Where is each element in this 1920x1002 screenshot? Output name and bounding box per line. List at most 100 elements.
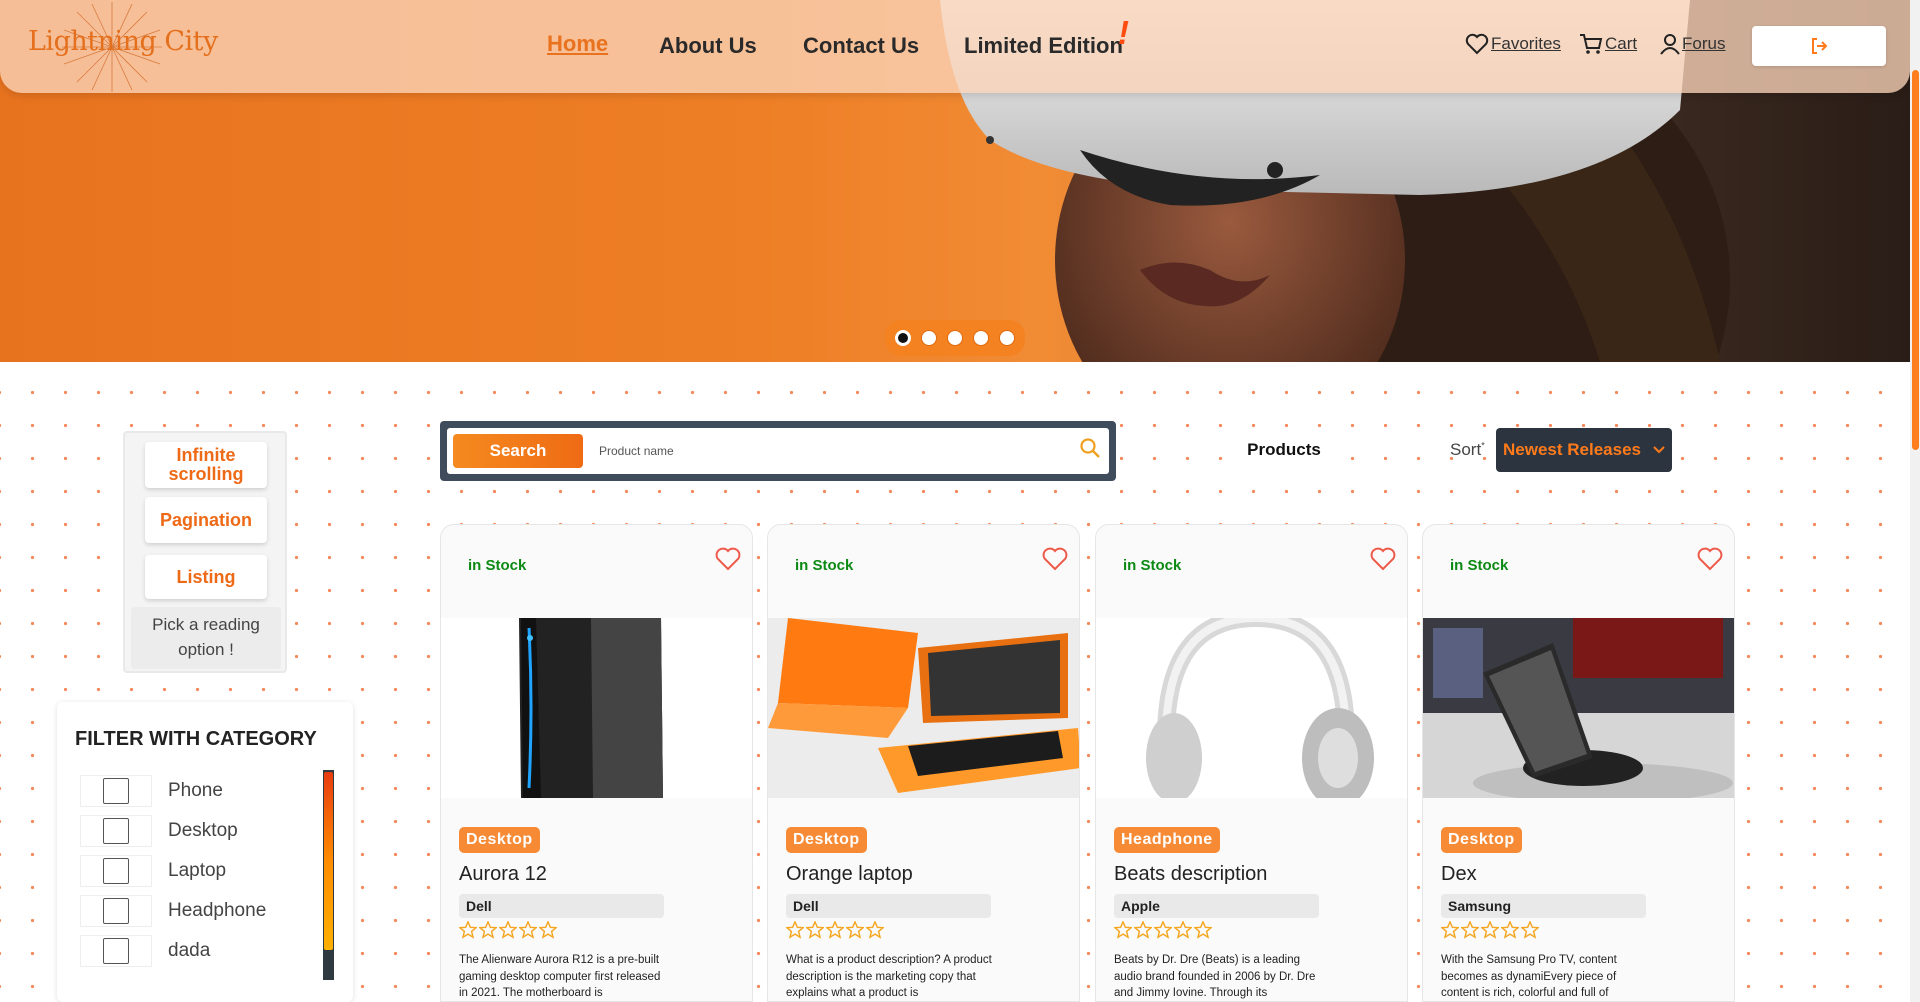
star-rating[interactable] xyxy=(1441,921,1539,939)
search-bar: Search xyxy=(440,421,1116,481)
star-icon[interactable] xyxy=(1154,921,1172,939)
filter-item-laptop[interactable]: Laptop xyxy=(80,855,280,887)
search-icon[interactable] xyxy=(1079,437,1101,459)
star-icon[interactable] xyxy=(1174,921,1192,939)
stock-status: in Stock xyxy=(1450,557,1509,574)
product-description: The Alienware Aurora R12 is a pre-built … xyxy=(459,954,661,999)
products-heading: Products xyxy=(1243,429,1325,471)
star-icon[interactable] xyxy=(1521,921,1539,939)
top-navbar: Lightning City Home About Us Contact Us … xyxy=(0,0,1910,93)
nav-limited-edition-link[interactable]: Limited Edition xyxy=(964,33,1123,59)
product-image-phone-dock[interactable] xyxy=(1423,618,1734,798)
product-name[interactable]: Dex xyxy=(1441,863,1477,886)
infinite-scrolling-button[interactable]: Infinite scrolling xyxy=(145,442,267,488)
pagination-button[interactable]: Pagination xyxy=(145,497,267,543)
star-icon[interactable] xyxy=(826,921,844,939)
search-button[interactable]: Search xyxy=(453,434,583,468)
category-badge: Desktop xyxy=(1441,827,1522,853)
carousel-dot-1[interactable] xyxy=(895,330,911,346)
sort-select[interactable]: Newest Releases xyxy=(1496,428,1672,472)
product-card[interactable]: in Stock Desktop Orange laptop Dell What… xyxy=(767,524,1080,1002)
forum-label: Forus xyxy=(1682,34,1726,53)
listing-button[interactable]: Listing xyxy=(145,555,267,599)
star-icon[interactable] xyxy=(1441,921,1459,939)
page-scrollbar[interactable] xyxy=(1910,0,1920,1002)
carousel-dot-2[interactable] xyxy=(921,330,937,346)
product-image-headphones[interactable] xyxy=(1096,618,1407,798)
limited-edition-badge: ! xyxy=(1118,14,1129,51)
filter-checkbox[interactable] xyxy=(80,855,152,887)
nav-about-link[interactable]: About Us xyxy=(659,33,757,59)
star-icon[interactable] xyxy=(519,921,537,939)
product-name[interactable]: Aurora 12 xyxy=(459,863,547,886)
star-icon[interactable] xyxy=(1194,921,1212,939)
product-image-orange-laptop[interactable] xyxy=(768,618,1079,798)
filter-checkbox[interactable] xyxy=(80,895,152,927)
favorites-link[interactable]: Favorites xyxy=(1465,33,1561,55)
favorites-label: Favorites xyxy=(1491,34,1561,53)
carousel-dot-4[interactable] xyxy=(973,330,989,346)
filter-item-dada[interactable]: dada xyxy=(80,935,280,967)
product-description: Beats by Dr. Dre (Beats) is a leading au… xyxy=(1114,954,1316,999)
product-brand: Samsung xyxy=(1441,894,1646,918)
product-card[interactable]: in Stock Headphone Beats description App… xyxy=(1095,524,1408,1002)
user-icon xyxy=(1660,34,1680,55)
filter-label: dada xyxy=(168,940,211,961)
logout-icon xyxy=(1812,38,1828,54)
star-icon[interactable] xyxy=(1501,921,1519,939)
site-logo[interactable]: Lightning City xyxy=(28,26,218,57)
star-icon[interactable] xyxy=(1134,921,1152,939)
star-rating[interactable] xyxy=(459,921,557,939)
category-badge: Desktop xyxy=(786,827,867,853)
filter-checkbox[interactable] xyxy=(80,775,152,807)
star-icon[interactable] xyxy=(846,921,864,939)
product-description: With the Samsung Pro TV, content becomes… xyxy=(1441,954,1617,999)
favorite-heart-icon[interactable] xyxy=(715,547,741,571)
nav-contact-link[interactable]: Contact Us xyxy=(803,33,919,59)
product-name[interactable]: Orange laptop xyxy=(786,863,913,886)
filter-label: Phone xyxy=(168,780,223,801)
product-image-desktop-tower[interactable] xyxy=(441,618,752,798)
product-brand: Apple xyxy=(1114,894,1319,918)
filter-label: Desktop xyxy=(168,820,238,841)
carousel-dots xyxy=(885,320,1025,356)
product-brand: Dell xyxy=(459,894,664,918)
sort-value: Newest Releases xyxy=(1503,440,1641,459)
star-icon[interactable] xyxy=(459,921,477,939)
favorite-heart-icon[interactable] xyxy=(1370,547,1396,571)
star-icon[interactable] xyxy=(866,921,884,939)
filter-item-desktop[interactable]: Desktop xyxy=(80,815,280,847)
chevron-down-icon xyxy=(1653,446,1665,454)
filter-checkbox[interactable] xyxy=(80,815,152,847)
carousel-dot-5[interactable] xyxy=(999,330,1015,346)
cart-label: Cart xyxy=(1605,34,1638,53)
carousel-dot-3[interactable] xyxy=(947,330,963,346)
star-icon[interactable] xyxy=(1461,921,1479,939)
product-name[interactable]: Beats description xyxy=(1114,863,1267,886)
product-card[interactable]: in Stock Desktop Dex Samsung With the Sa… xyxy=(1422,524,1735,1002)
favorite-heart-icon[interactable] xyxy=(1697,547,1723,571)
product-card[interactable]: in Stock Desktop Aurora 12 Dell The Alie… xyxy=(440,524,753,1002)
star-icon[interactable] xyxy=(499,921,517,939)
star-icon[interactable] xyxy=(806,921,824,939)
filter-scrollbar[interactable] xyxy=(323,770,334,980)
favorite-heart-icon[interactable] xyxy=(1042,547,1068,571)
logout-button[interactable] xyxy=(1752,26,1886,66)
search-input[interactable] xyxy=(599,444,1039,458)
reading-hint: Pick a reading option ! xyxy=(131,607,281,669)
cart-icon xyxy=(1580,34,1603,54)
filter-item-phone[interactable]: Phone xyxy=(80,775,280,807)
star-icon[interactable] xyxy=(479,921,497,939)
stock-status: in Stock xyxy=(1123,557,1182,574)
nav-home-link[interactable]: Home xyxy=(547,31,608,57)
star-icon[interactable] xyxy=(1481,921,1499,939)
star-icon[interactable] xyxy=(539,921,557,939)
star-rating[interactable] xyxy=(786,921,884,939)
star-rating[interactable] xyxy=(1114,921,1212,939)
forum-link[interactable]: Forus xyxy=(1660,33,1725,55)
star-icon[interactable] xyxy=(1114,921,1132,939)
filter-item-headphone[interactable]: Headphone xyxy=(80,895,280,927)
filter-checkbox[interactable] xyxy=(80,935,152,967)
cart-link[interactable]: Cart xyxy=(1579,33,1637,55)
star-icon[interactable] xyxy=(786,921,804,939)
